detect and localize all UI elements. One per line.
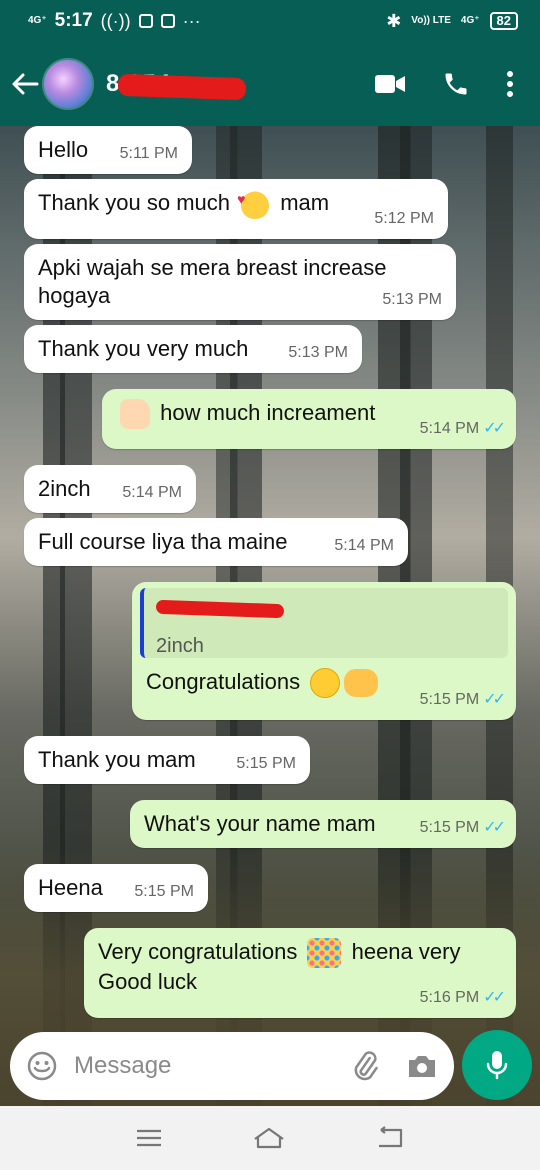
instagram-icon [160, 14, 175, 28]
message-outgoing[interactable]: how much increament 5:14 PM ✓✓ [102, 389, 516, 449]
message-time: 5:14 PM [334, 537, 394, 554]
message-time: 5:15 PM [419, 691, 480, 708]
double-check-icon: ✓✓ [483, 989, 506, 1006]
message-time: 5:13 PM [382, 291, 442, 308]
mail-icon [138, 14, 153, 28]
message-meta: 5:15 PM ✓✓ [419, 686, 506, 714]
contact-name[interactable]: 8 254 [106, 70, 247, 101]
double-check-icon: ✓✓ [483, 691, 506, 708]
battery-indicator: 82 [489, 12, 518, 30]
message-text: Thank you mam [38, 747, 196, 772]
network-indicator-right: 4G⁺ [460, 15, 480, 26]
message-outgoing[interactable]: What's your name mam 5:15 PM ✓✓ [130, 800, 516, 848]
arrow-left-icon [12, 73, 39, 95]
message-incoming[interactable]: 2inch 5:14 PM [24, 465, 196, 513]
message-time: 5:15 PM [134, 883, 194, 900]
message-time: 5:12 PM [374, 210, 434, 227]
redaction-mark [155, 599, 285, 619]
status-time: 5:17 [54, 10, 93, 31]
message-text: Heena [38, 875, 103, 900]
message-incoming[interactable]: Thank you so much mam 5:12 PM [24, 179, 448, 239]
message-outgoing[interactable]: Very congratulations heena very Good luc… [84, 928, 516, 1018]
message-time: 5:13 PM [288, 344, 348, 361]
message-input[interactable]: Message [10, 1032, 454, 1100]
message-text-suffix: mam [280, 190, 330, 215]
message-time: 5:14 PM [419, 420, 480, 437]
bluetooth-icon: ✱ [386, 10, 402, 31]
message-incoming[interactable]: Hello 5:11 PM [24, 126, 192, 174]
message-meta: 5:15 PM ✓✓ [419, 814, 506, 842]
confetti-icon [307, 938, 342, 969]
message-incoming[interactable]: Full course liya tha maine 5:14 PM [24, 518, 408, 566]
microphone-icon [486, 1051, 508, 1080]
back-button[interactable] [10, 69, 40, 99]
redaction-mark [117, 73, 247, 101]
message-meta: 5:16 PM ✓✓ [419, 984, 506, 1012]
message-text: What's your name mam [144, 811, 376, 836]
message-time: 5:15 PM [236, 755, 296, 772]
recent-apps-icon[interactable] [135, 1128, 163, 1148]
message-text: 2inch [38, 476, 91, 501]
message-time: 5:16 PM [419, 989, 480, 1006]
back-nav-icon[interactable] [375, 1126, 405, 1150]
message-text: Hello [38, 137, 89, 162]
video-call-icon[interactable] [374, 73, 406, 95]
double-check-icon: ✓✓ [483, 420, 506, 437]
message-incoming[interactable]: Apki wajah se mera breast increase hogay… [24, 244, 456, 320]
message-text: Thank you so much [38, 190, 230, 215]
message-composer: Message [0, 1030, 540, 1106]
thumbs-up-icon [120, 399, 150, 430]
smiling-face-with-hearts-icon [237, 185, 271, 220]
message-text: Apki wajah se mera breast increase hogay… [38, 255, 387, 308]
message-time: 5:14 PM [122, 484, 182, 501]
message-placeholder: Message [74, 1052, 172, 1079]
message-text: Congratulations [146, 669, 301, 694]
attach-icon[interactable] [350, 1050, 380, 1082]
quoted-text: 2inch [156, 635, 204, 657]
message-incoming[interactable]: Heena 5:15 PM [24, 864, 208, 912]
message-text: Full course liya tha maine [38, 529, 288, 554]
chat-area[interactable]: Hello 5:11 PM Thank you so much mam 5:12… [0, 126, 540, 1106]
system-nav-bar [0, 1106, 540, 1170]
volte-indicator: Vo)) LTE [411, 15, 451, 26]
emoji-icon[interactable] [26, 1050, 58, 1082]
camera-icon[interactable] [406, 1052, 438, 1080]
status-bar: 4G⁺ 5:17 ((·)) ··· ✱ Vo)) LTE 4G⁺ 82 [0, 0, 540, 42]
home-icon[interactable] [252, 1126, 286, 1150]
hotspot-icon: ((·)) [100, 10, 131, 31]
handshake-icon [344, 669, 379, 698]
message-text: Thank you very much [38, 336, 249, 361]
smiling-face-icon [310, 668, 341, 699]
more-notifications-icon: ··· [182, 10, 201, 31]
network-indicator-left: 4G⁺ [28, 15, 47, 26]
message-incoming[interactable]: Thank you mam 5:15 PM [24, 736, 310, 784]
quoted-sender [155, 596, 496, 624]
quoted-message[interactable]: 2inch [140, 588, 508, 658]
message-outgoing[interactable]: 2inch Congratulations 5:15 PM ✓✓ [132, 582, 516, 720]
phone-call-icon[interactable] [442, 70, 470, 98]
message-time: 5:11 PM [119, 145, 178, 162]
more-options-icon[interactable] [506, 70, 514, 98]
avatar[interactable] [42, 58, 94, 110]
message-time: 5:15 PM [419, 819, 480, 836]
message-text: Very congratulations [98, 939, 298, 964]
message-meta: 5:14 PM ✓✓ [419, 415, 506, 443]
chat-header: 8 254 [0, 42, 540, 126]
message-text: how much increament [160, 400, 376, 425]
message-incoming[interactable]: Thank you very much 5:13 PM [24, 325, 362, 373]
voice-message-button[interactable] [462, 1030, 532, 1100]
double-check-icon: ✓✓ [483, 819, 506, 836]
